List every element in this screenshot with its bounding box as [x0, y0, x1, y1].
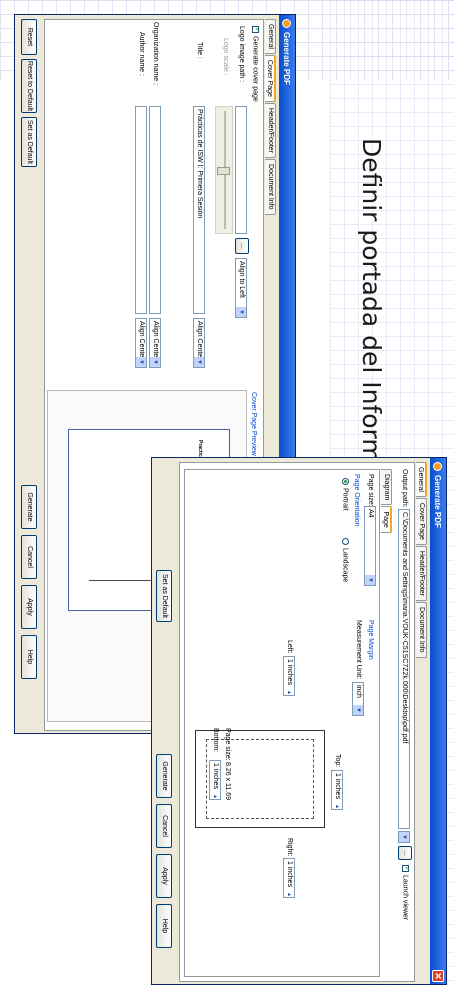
dialog-title: Generate PDF: [282, 32, 292, 85]
right-margin-input[interactable]: 1 inches: [283, 858, 295, 898]
chevron-down-icon: ▼: [194, 357, 204, 367]
title-align-value: Align Center: [196, 321, 203, 360]
bottom-margin-input[interactable]: 1 inches: [209, 760, 221, 800]
page-size-info-value: 8.26 x 11.69: [224, 762, 231, 801]
radio-icon: [342, 478, 349, 485]
tab-strip: General Cover Page Header/Footer Documen…: [416, 462, 427, 658]
radio-icon: [342, 538, 349, 545]
author-label: Author name :: [138, 32, 145, 76]
title-label: Title :: [196, 42, 203, 59]
title-input[interactable]: Prácticas de ISW I: Primera Sesión: [193, 106, 205, 314]
chevron-down-icon: ▼: [236, 307, 246, 317]
tab-document-info[interactable]: Document Info: [416, 602, 427, 658]
generate-button[interactable]: Generate: [156, 754, 172, 798]
checkbox-icon: [402, 865, 409, 872]
top-margin-input[interactable]: 1 inches: [331, 770, 343, 810]
launch-viewer-checkbox[interactable]: Launch viewer: [402, 865, 409, 920]
author-align-select[interactable]: Align Center ▼: [135, 318, 147, 368]
cover-preview-title: Cover Page Preview: [250, 392, 257, 456]
author-input[interactable]: [135, 106, 147, 314]
chevron-down-icon: ▼: [399, 832, 409, 842]
help-button[interactable]: Help: [156, 904, 172, 948]
tab-general[interactable]: General: [416, 462, 427, 497]
orientation-title: Page Orientation: [353, 474, 360, 527]
tab-header-footer[interactable]: Header/Footer: [265, 102, 276, 159]
close-icon[interactable]: ✕: [432, 970, 444, 982]
general-panel: Output path: C:\Documents and Settings\m…: [179, 462, 415, 982]
tab-cover-page[interactable]: Cover Page: [265, 54, 276, 102]
org-align-value: Align Center: [152, 321, 159, 360]
dialog-titlebar: Generate PDF ✕: [430, 458, 446, 984]
slide-heading-text: Definir portada del Informe: [357, 138, 387, 479]
portrait-label: Portrait: [341, 488, 349, 511]
landscape-label: Landscape: [341, 548, 349, 583]
subtab-page[interactable]: Page: [381, 506, 392, 533]
author-align-value: Align Center: [138, 321, 145, 360]
page-size-select[interactable]: A4 ▼: [364, 506, 376, 586]
portrait-radio[interactable]: Portrait: [342, 478, 349, 511]
help-button[interactable]: Help: [21, 635, 37, 679]
set-as-default-button[interactable]: Set as Default: [156, 570, 172, 622]
right-margin-label: Right:: [286, 838, 293, 857]
left-margin-label: Left:: [286, 640, 293, 654]
subtab-strip: Diagram Page: [381, 469, 392, 533]
chevron-down-icon: ▼: [365, 575, 375, 585]
logo-scale-label: Logo scale :: [222, 38, 229, 76]
page-subpanel: Page size: A4 ▼ Page Orientation Portrai…: [184, 469, 380, 977]
page-size-info-label: Page size:: [224, 728, 231, 761]
bottom-margin-label: Bottom:: [212, 728, 219, 753]
chevron-down-icon: ▼: [150, 357, 160, 367]
apply-button[interactable]: Apply: [156, 854, 172, 898]
tab-document-info[interactable]: Document Info: [265, 159, 276, 215]
reset-to-default-button[interactable]: Reset to Default: [21, 59, 37, 113]
app-icon: [282, 19, 292, 28]
output-browse-button[interactable]: ...: [398, 846, 412, 860]
page-preview-margin: [206, 739, 314, 819]
org-label: Organization name :: [152, 22, 159, 86]
app-icon: [433, 462, 443, 471]
page-size-label: Page size:: [367, 474, 374, 507]
cancel-button[interactable]: Cancel: [21, 535, 37, 579]
logo-align-select[interactable]: Align to Left ▼: [235, 258, 247, 318]
slider-thumb[interactable]: [217, 167, 230, 175]
left-margin-input[interactable]: 1 inches: [283, 656, 295, 696]
cancel-button[interactable]: Cancel: [156, 804, 172, 848]
dialog-title: Generate PDF: [433, 475, 443, 528]
chevron-down-icon: ▼: [353, 705, 363, 715]
logo-scale-slider[interactable]: [215, 106, 233, 234]
org-align-select[interactable]: Align Center ▼: [149, 318, 161, 368]
tab-general[interactable]: General: [265, 19, 276, 54]
generate-button[interactable]: Generate: [21, 485, 37, 529]
title-align-select[interactable]: Align Center ▼: [193, 318, 205, 368]
output-path-select[interactable]: ▼: [398, 831, 410, 843]
launch-viewer-label: Launch viewer: [401, 875, 409, 921]
logo-path-input[interactable]: [235, 106, 247, 234]
tab-cover-page[interactable]: Cover Page: [416, 497, 427, 545]
chevron-down-icon: ▼: [136, 357, 146, 367]
tab-header-footer[interactable]: Header/Footer: [416, 545, 427, 602]
measurement-unit-select[interactable]: inch ▼: [352, 682, 364, 716]
measurement-unit-label: Measurement Unit:: [355, 620, 362, 680]
logo-align-value: Align to Left: [238, 261, 245, 298]
reset-button[interactable]: Reset: [21, 19, 37, 55]
tab-strip: General Cover Page Header/Footer Documen…: [265, 19, 276, 215]
checkbox-icon: [252, 26, 259, 33]
generate-pdf-dialog-page: Generate PDF ✕ General Cover Page Header…: [151, 457, 447, 985]
landscape-radio[interactable]: Landscape: [342, 538, 349, 582]
top-margin-label: Top:: [334, 754, 341, 768]
subtab-diagram[interactable]: Diagram: [381, 469, 392, 506]
output-path-label: Output path:: [401, 469, 408, 508]
logo-path-label: Logo image path :: [238, 26, 245, 83]
slide-heading: Definir portada del Informe: [352, 128, 392, 478]
page-size-value: A4: [367, 509, 374, 518]
generate-cover-label: Generate cover page: [251, 36, 259, 102]
set-as-default-button[interactable]: Set as Default: [21, 117, 37, 167]
org-input[interactable]: [149, 106, 161, 314]
apply-button[interactable]: Apply: [21, 585, 37, 629]
generate-cover-checkbox[interactable]: Generate cover page: [252, 26, 259, 102]
logo-browse-button[interactable]: ...: [235, 238, 249, 254]
output-path-input[interactable]: C:\Documents and Settings\maria.VOUK-C51…: [398, 509, 410, 829]
page-margin-title: Page Margin: [367, 620, 374, 660]
measurement-unit-value: inch: [355, 685, 362, 698]
